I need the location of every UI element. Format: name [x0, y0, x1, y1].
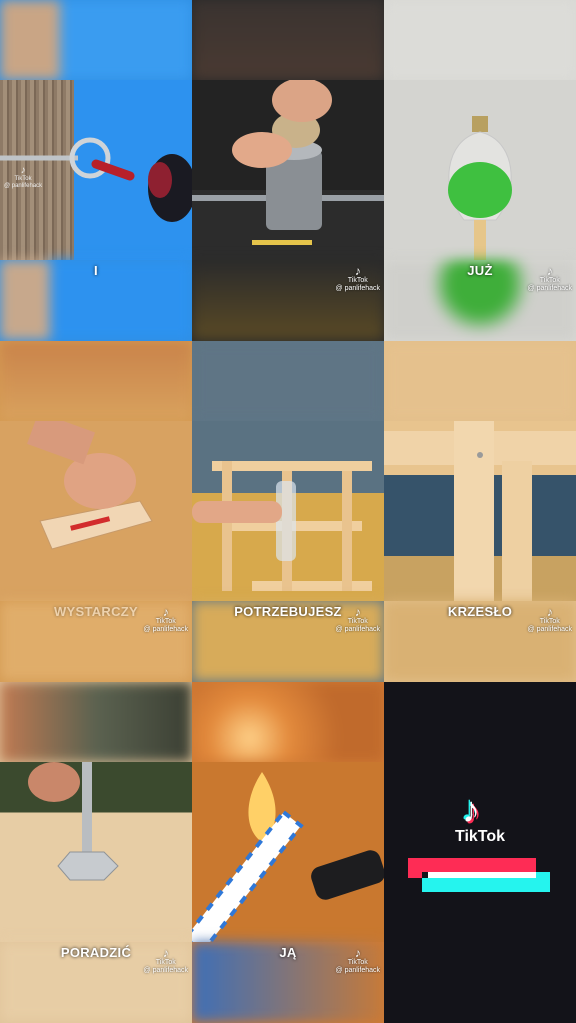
frame-bolt-nut: PORADZIĆ ♪ TikTok @ panlifehack	[0, 682, 192, 1023]
tiktok-end-card: ♪ ♪ ♪ TikTok	[384, 682, 576, 1023]
watermark-first: ♪ TikTok @ panlifehack	[4, 165, 43, 190]
watermark: ♪ TikTok @ panlifehack	[143, 605, 188, 633]
candle-illustration	[192, 772, 384, 942]
stool-illustration	[192, 461, 372, 591]
tiktok-logo-icon: ♪ ♪ ♪	[460, 787, 482, 832]
frame-hand-block: WYSTARCZY ♪ TikTok @ panlifehack	[0, 341, 192, 682]
bulb-illustration	[448, 116, 512, 260]
watermark: ♪ TikTok @ panlifehack	[527, 605, 572, 633]
chair-illustration	[384, 421, 576, 601]
frame-cup-tube: ♪ TikTok @ panlifehack	[192, 0, 384, 341]
watermark: ♪ TikTok @ panlifehack	[527, 264, 572, 292]
bolt-illustration	[28, 762, 119, 881]
frame-green-bulb: JUŻ ♪ TikTok @ panlifehack	[384, 0, 576, 341]
tiktok-brand-text: TikTok	[454, 828, 506, 845]
frame-candle: JĄ ♪ TikTok @ panlifehack	[192, 682, 384, 1023]
caption: I	[94, 263, 98, 278]
cup-illustration	[192, 80, 384, 260]
tiktok-bar-white	[428, 872, 536, 878]
block-illustration	[27, 421, 153, 550]
watermark: ♪ TikTok @ panlifehack	[335, 605, 380, 633]
frame-hook-on-wood: ♪ TikTok @ panlifehack I	[0, 0, 192, 341]
frame-stool-bottle: POTRZEBUJESZ ♪ TikTok @ panlifehack	[192, 341, 384, 682]
watermark: ♪ TikTok @ panlifehack	[335, 946, 380, 974]
video-frame-grid: ♪ TikTok @ panlifehack I ♪ TikTok @ panl…	[0, 0, 576, 1023]
watermark: ♪ TikTok @ panlifehack	[143, 946, 188, 974]
frame-chair: KRZESŁO ♪ TikTok @ panlifehack	[384, 341, 576, 682]
watermark: ♪ TikTok @ panlifehack	[335, 264, 380, 292]
